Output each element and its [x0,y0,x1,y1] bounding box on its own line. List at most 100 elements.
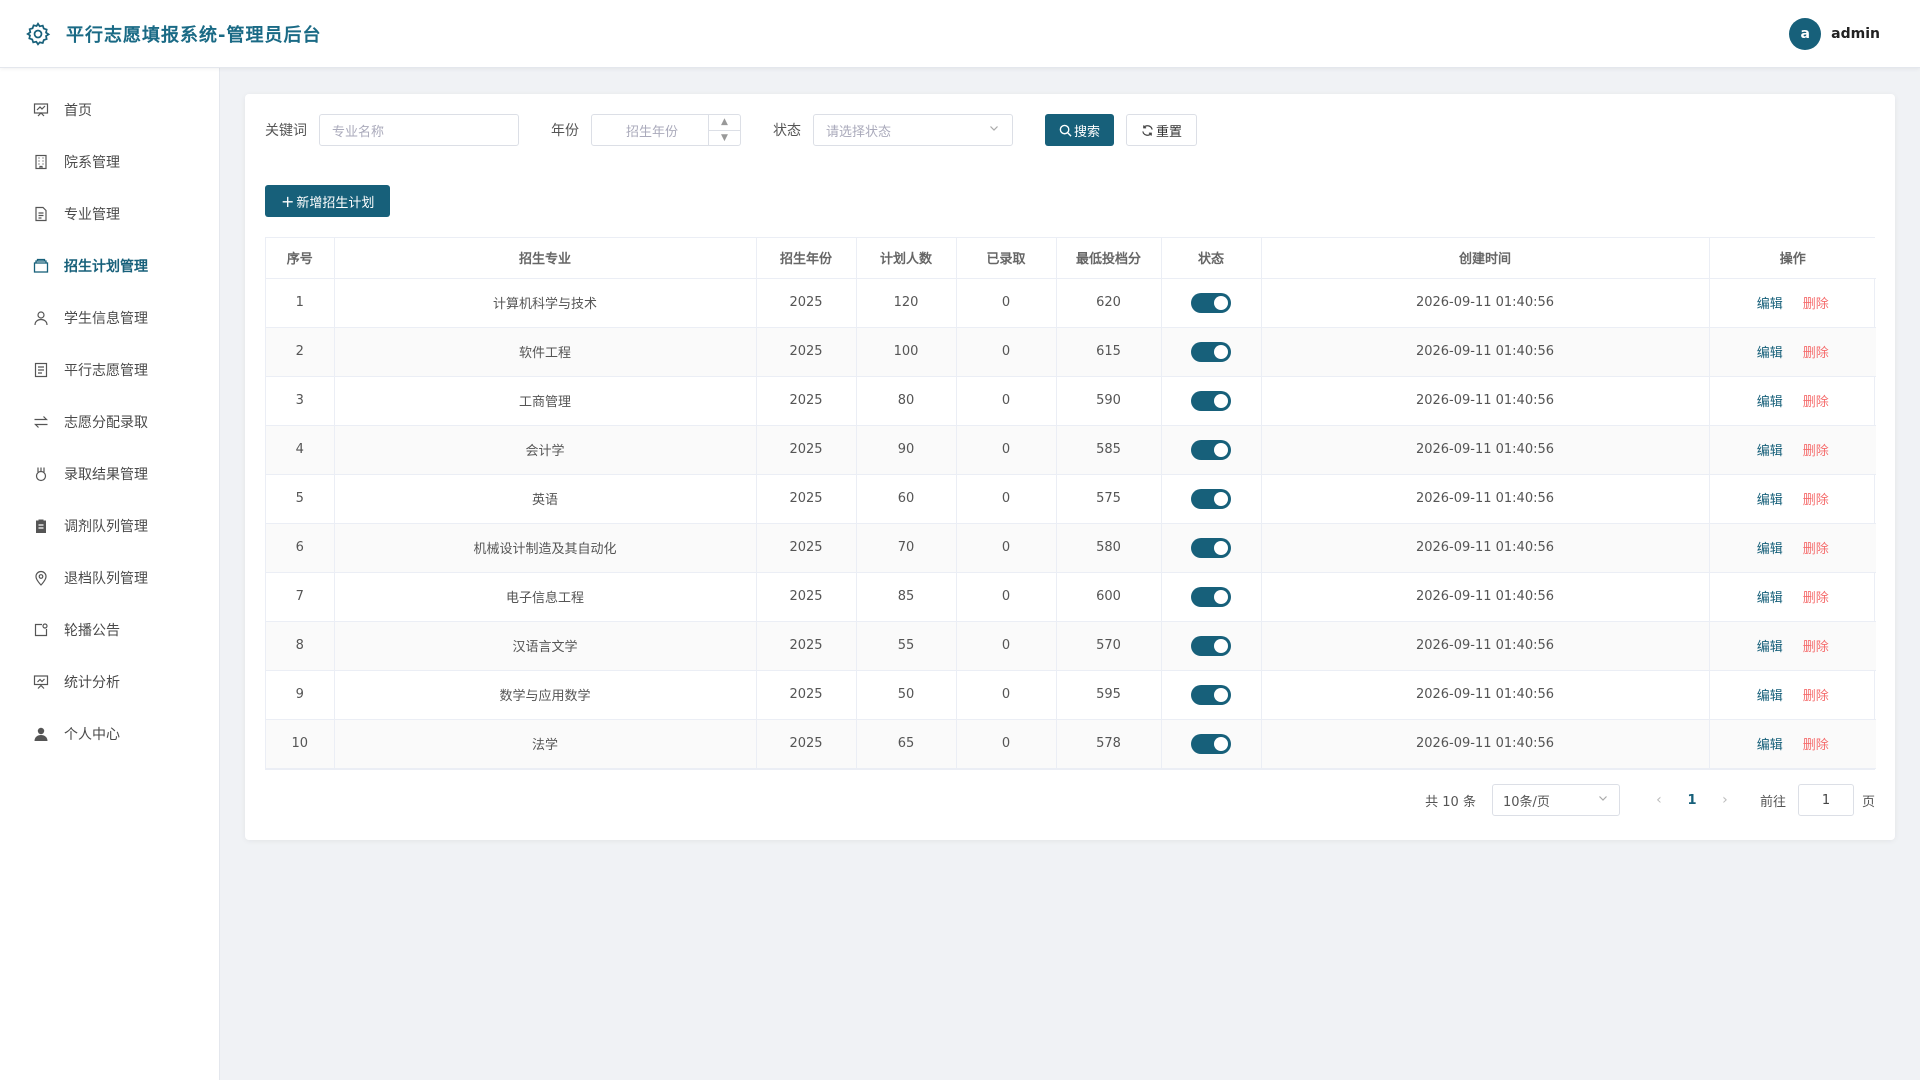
user-menu[interactable]: a admin [1789,17,1880,50]
cell-plan: 90 [856,425,957,475]
year-placeholder: 招生年份 [625,124,678,140]
delete-button[interactable]: 删除 [1803,346,1829,361]
search-button[interactable]: 搜索 [1045,114,1115,146]
sidebar-item-label: 首页 [64,103,92,119]
content-card: 关键词 专业名称 年份 招生年份 ▲ ▼ 状态 请选择状态 搜索 重置 + 新增… [245,94,1895,840]
cell-min-score: 575 [1056,474,1162,524]
delete-button[interactable]: 删除 [1803,738,1829,753]
table-header-row: 序号 招生专业 招生年份 计划人数 已录取 最低投档分 状态 创建时间 操作 [266,238,1876,279]
keyword-input[interactable]: 专业名称 [319,114,519,146]
cell-no: 5 [266,474,335,524]
cell-admitted: 0 [956,621,1057,671]
next-page-icon[interactable]: › [1710,792,1740,808]
sidebar-item-label: 轮播公告 [64,623,120,639]
delete-button[interactable]: 删除 [1803,444,1829,459]
cell-status [1161,719,1262,769]
sidebar-item-profile[interactable]: 个人中心 [0,708,219,760]
status-toggle[interactable] [1191,635,1231,656]
goto-page: 前往 1 页 [1760,784,1875,816]
delete-button[interactable]: 删除 [1803,297,1829,312]
cell-min-score: 620 [1056,278,1162,328]
status-toggle[interactable] [1191,439,1231,460]
cell-actions: 编辑 删除 [1709,523,1876,573]
prev-page-icon[interactable]: ‹ [1644,792,1674,808]
goto-page-input[interactable]: 1 [1797,784,1854,816]
status-toggle[interactable] [1191,341,1231,362]
edit-button[interactable]: 编辑 [1757,444,1783,459]
table-row: 5 英语 2025 60 0 575 2026-09-11 01:40:56 编辑 删除 [266,474,1876,524]
add-enrollment-plan-button[interactable]: + 新增招生计划 [265,185,391,217]
sidebar-item-carousel[interactable]: 轮播公告 [0,604,219,656]
status-toggle[interactable] [1191,586,1231,607]
status-toggle[interactable] [1191,733,1231,754]
status-toggle[interactable] [1191,488,1231,509]
edit-button[interactable]: 编辑 [1757,591,1783,606]
cell-no: 1 [266,278,335,328]
cell-major: 法学 [334,719,757,769]
sidebar-item-home[interactable]: 首页 [0,84,219,136]
cell-plan: 100 [856,327,957,377]
cell-actions: 编辑 删除 [1709,278,1876,328]
edit-button[interactable]: 编辑 [1757,493,1783,508]
chevron-up-icon[interactable]: ▲ [709,115,740,131]
delete-button[interactable]: 删除 [1803,542,1829,557]
page-number-current[interactable]: 1 [1674,793,1710,808]
sidebar-item-adjust-queue[interactable]: 调剂队列管理 [0,500,219,552]
keyword-placeholder: 专业名称 [332,124,385,140]
picture-icon [32,621,50,639]
search-button-label: 搜索 [1074,124,1101,140]
edit-button[interactable]: 编辑 [1757,689,1783,704]
edit-button[interactable]: 编辑 [1757,542,1783,557]
username[interactable]: admin [1831,26,1880,42]
edit-button[interactable]: 编辑 [1757,297,1783,312]
column-header: 创建时间 [1261,238,1710,279]
delete-button[interactable]: 删除 [1803,493,1829,508]
delete-button[interactable]: 删除 [1803,689,1829,704]
sidebar-item-allocation[interactable]: 志愿分配录取 [0,396,219,448]
edit-button[interactable]: 编辑 [1757,395,1783,410]
year-input[interactable]: 招生年份 ▲ ▼ [591,114,741,146]
cell-major: 计算机科学与技术 [334,278,757,328]
chevron-down-icon[interactable]: ▼ [709,131,740,146]
sidebar-item-students[interactable]: 学生信息管理 [0,292,219,344]
location-icon [32,569,50,587]
page-size-select[interactable]: 10条/页 [1491,784,1620,816]
cell-created: 2026-09-11 01:40:56 [1261,523,1710,573]
year-stepper[interactable]: ▲ ▼ [708,115,740,145]
status-select[interactable]: 请选择状态 [813,114,1013,146]
edit-button[interactable]: 编辑 [1757,640,1783,655]
year-label: 年份 [551,123,579,139]
sidebar-item-results[interactable]: 录取结果管理 [0,448,219,500]
delete-button[interactable]: 删除 [1803,591,1829,606]
sidebar-item-statistics[interactable]: 统计分析 [0,656,219,708]
delete-button[interactable]: 删除 [1803,640,1829,655]
sidebar-item-enrollment-plans[interactable]: 招生计划管理 [0,240,219,292]
delete-button[interactable]: 删除 [1803,395,1829,410]
reset-button[interactable]: 重置 [1126,114,1198,146]
cell-plan: 85 [856,572,957,622]
user-icon [32,309,50,327]
building-icon [32,153,50,171]
sidebar-item-reject-queue[interactable]: 退档队列管理 [0,552,219,604]
status-toggle[interactable] [1191,684,1231,705]
status-toggle[interactable] [1191,537,1231,558]
column-header: 招生年份 [756,238,857,279]
edit-button[interactable]: 编辑 [1757,738,1783,753]
cell-plan: 50 [856,670,957,720]
cell-major: 汉语言文学 [334,621,757,671]
cell-created: 2026-09-11 01:40:56 [1261,278,1710,328]
sidebar-item-departments[interactable]: 院系管理 [0,136,219,188]
cell-year: 2025 [756,670,857,720]
sidebar-item-majors[interactable]: 专业管理 [0,188,219,240]
cell-major: 工商管理 [334,376,757,426]
edit-button[interactable]: 编辑 [1757,346,1783,361]
cell-year: 2025 [756,425,857,475]
status-toggle[interactable] [1191,292,1231,313]
cell-min-score: 600 [1056,572,1162,622]
avatar[interactable]: a [1789,17,1822,50]
sidebar-item-parallel-choices[interactable]: 平行志愿管理 [0,344,219,396]
table-row: 7 电子信息工程 2025 85 0 600 2026-09-11 01:40:56 编辑 删除 [266,572,1876,622]
document-icon [32,205,50,223]
gear-icon [24,20,52,48]
status-toggle[interactable] [1191,390,1231,411]
